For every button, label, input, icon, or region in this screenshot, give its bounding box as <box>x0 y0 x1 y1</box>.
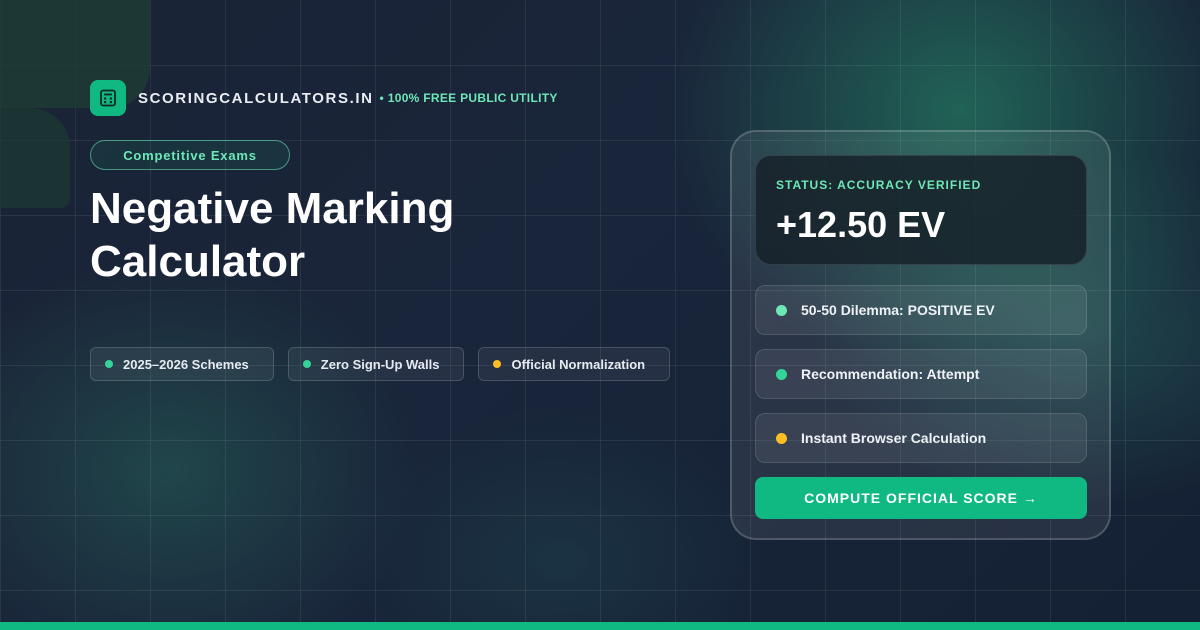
brand-tagline: 100% FREE PUBLIC UTILITY <box>387 91 558 105</box>
result-row-label: 50-50 Dilemma: POSITIVE EV <box>801 302 995 318</box>
result-row: 50-50 Dilemma: POSITIVE EV <box>755 285 1087 335</box>
status-dot-icon <box>776 304 787 316</box>
feature-label: Zero Sign-Up Walls <box>320 356 440 372</box>
feature-pill: Zero Sign-Up Walls <box>287 347 465 381</box>
status-value: +12.50 EV <box>776 204 946 245</box>
status-dot-icon <box>776 432 787 444</box>
result-row-label: Recommendation: Attempt <box>801 366 980 382</box>
feature-pill: Official Normalization <box>478 347 671 381</box>
result-row: Recommendation: Attempt <box>755 349 1087 399</box>
feature-label: 2025–2026 Schemes <box>123 356 249 372</box>
page-title: Negative Marking Calculator <box>90 182 454 288</box>
brand-separator: • <box>379 91 384 105</box>
brand-name: SCORINGCALCULATORS.IN <box>138 89 374 107</box>
status-dot-icon <box>493 360 502 368</box>
result-row: Instant Browser Calculation <box>755 413 1087 463</box>
brand-header: SCORINGCALCULATORS.IN • 100% FREE PUBLIC… <box>90 80 558 116</box>
status-dot-icon <box>105 360 113 368</box>
status-dot-icon <box>776 368 787 380</box>
accent-bar <box>0 622 1200 630</box>
calculator-icon <box>90 80 126 116</box>
feature-label: Official Normalization <box>511 356 646 372</box>
feature-pills: 2025–2026 Schemes Zero Sign-Up Walls Off… <box>90 347 671 381</box>
result-card: STATUS: ACCURACY VERIFIED +12.50 EV 50-5… <box>730 130 1111 540</box>
feature-pill: 2025–2026 Schemes <box>90 347 274 381</box>
result-row-label: Instant Browser Calculation <box>801 430 987 446</box>
title-line-1: Negative Marking <box>90 184 455 233</box>
title-line-2: Calculator <box>90 237 306 286</box>
status-dot-icon <box>302 360 311 368</box>
decorative-shape <box>0 108 70 208</box>
status-label: STATUS: ACCURACY VERIFIED <box>776 178 982 192</box>
compute-score-button[interactable]: COMPUTE OFFICIAL SCORE → <box>755 477 1087 519</box>
category-badge: Competitive Exams <box>90 140 290 170</box>
status-panel: STATUS: ACCURACY VERIFIED +12.50 EV <box>755 155 1087 265</box>
